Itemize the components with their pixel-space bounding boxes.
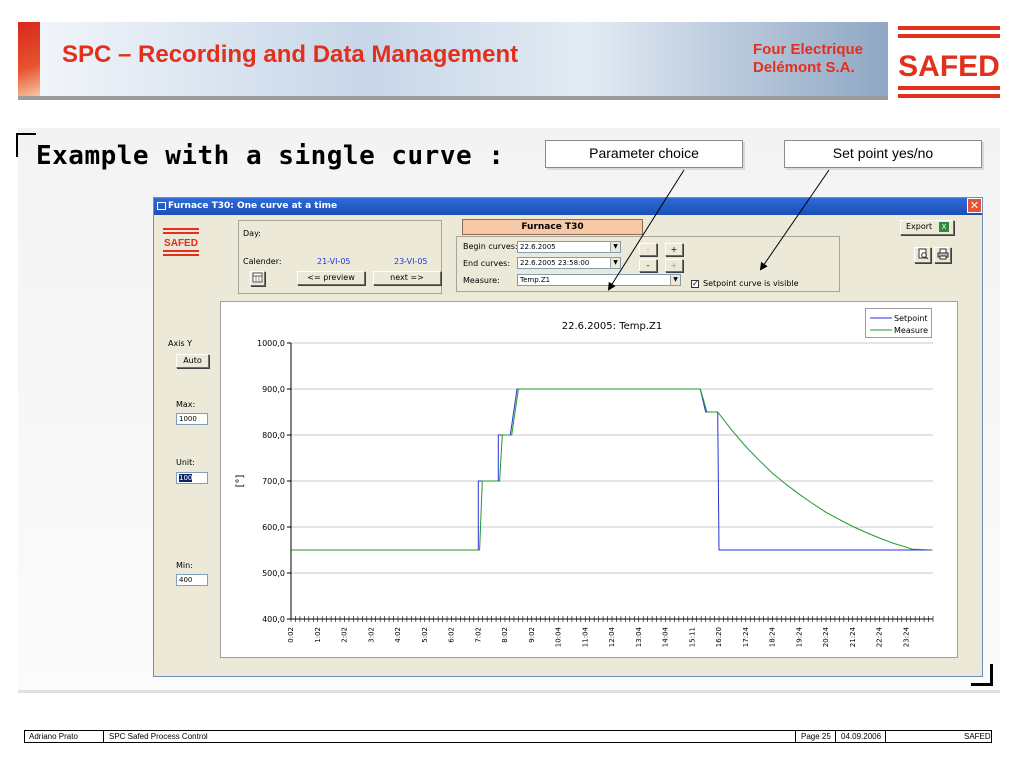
arrow-setpoint (759, 169, 830, 271)
footer-page: Page 25 (801, 732, 831, 741)
footer-doc: SPC Safed Process Control (109, 732, 208, 741)
callout-arrows (607, 169, 830, 291)
arrow-parameter (607, 169, 685, 291)
footer-author: Adriano Prato (29, 732, 78, 741)
footer-brand: SAFED (964, 732, 991, 741)
footer: Adriano Prato SPC Safed Process Control … (24, 730, 992, 743)
footer-date: 04.09.2006 (841, 732, 882, 741)
